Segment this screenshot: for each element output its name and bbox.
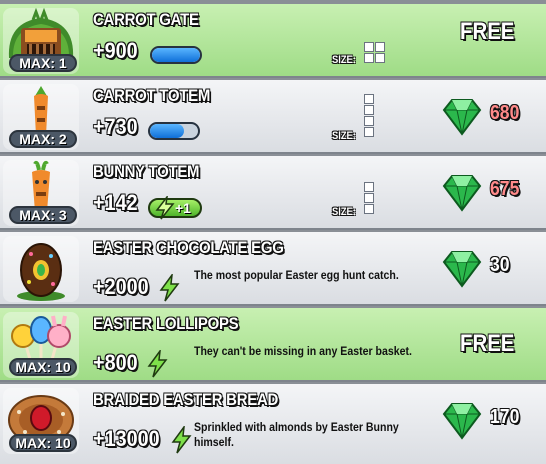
shop-item-bunny-totem[interactable]: MAX: 3 BUNNY TOTEM +142 +1 SIZE: 675 <box>0 156 546 230</box>
size-label: SIZE: <box>332 206 356 218</box>
shop-item-carrot-gate[interactable]: MAX: 1 CARROT GATE +900 SIZE: FREE <box>0 4 546 78</box>
lightning-bolt-icon <box>159 274 180 302</box>
item-price: FREE <box>460 330 515 357</box>
max-count-badge: MAX: 1 <box>9 54 77 72</box>
chocolate-egg-icon <box>17 243 65 301</box>
max-count-badge: MAX: 10 <box>9 358 77 376</box>
income-bar <box>150 46 202 64</box>
energy-value: +1 <box>175 200 191 216</box>
emerald-gem-icon <box>442 251 482 288</box>
item-income: +142 <box>93 190 138 215</box>
income-bar <box>148 122 200 140</box>
shop-item-braided-easter-bread[interactable]: MAX: 10 BRAIDED EASTER BREAD +13000 Spri… <box>0 384 546 464</box>
shop-item-carrot-totem[interactable]: MAX: 2 CARROT TOTEM +730 SIZE: 680 <box>0 80 546 154</box>
item-income: +900 <box>93 38 138 63</box>
emerald-gem-icon <box>442 403 482 440</box>
size-label: SIZE: <box>332 54 356 66</box>
item-income: +13000 <box>93 426 160 451</box>
lightning-bolt-icon <box>171 426 192 454</box>
energy-badge: +1 <box>148 196 202 220</box>
item-price: 675 <box>490 178 520 200</box>
item-price: 680 <box>490 102 520 124</box>
item-price: 30 <box>490 254 510 276</box>
shop-item-easter-chocolate-egg[interactable]: EASTER CHOCOLATE EGG +2000 The most popu… <box>0 232 546 306</box>
carrot-gate-thumbnail: MAX: 1 <box>3 7 79 74</box>
emerald-gem-icon <box>442 99 482 136</box>
item-income: +2000 <box>93 274 149 299</box>
item-description: Sprinkled with almonds by Easter Bunny h… <box>194 420 399 449</box>
item-name: EASTER LOLLIPOPS <box>93 314 239 333</box>
size-label: SIZE: <box>332 130 356 142</box>
item-income: +800 <box>93 350 138 375</box>
shop-item-easter-lollipops[interactable]: MAX: 10 EASTER LOLLIPOPS +800 They can't… <box>0 308 546 382</box>
shop-item-list: MAX: 1 CARROT GATE +900 SIZE: FREE MAX: … <box>0 0 546 464</box>
easter-lollipops-thumbnail: MAX: 10 <box>3 312 79 378</box>
lightning-bolt-icon <box>147 350 168 378</box>
item-name: BUNNY TOTEM <box>93 162 200 181</box>
item-name: EASTER CHOCOLATE EGG <box>93 238 284 257</box>
item-description: They can't be missing in any Easter bask… <box>194 344 412 358</box>
max-count-badge: MAX: 2 <box>9 130 77 148</box>
item-income: +730 <box>93 114 138 139</box>
item-name: CARROT TOTEM <box>93 86 211 105</box>
max-count-badge: MAX: 3 <box>9 206 77 224</box>
max-count-badge: MAX: 10 <box>9 434 77 452</box>
braided-easter-bread-thumbnail: MAX: 10 <box>3 388 79 454</box>
item-price: 170 <box>490 406 520 428</box>
bunny-totem-thumbnail: MAX: 3 <box>3 160 79 226</box>
item-description: The most popular Easter egg hunt catch. <box>194 268 399 282</box>
lightning-bolt-icon <box>155 196 175 220</box>
item-name: CARROT GATE <box>93 10 199 29</box>
easter-chocolate-egg-thumbnail <box>3 236 79 302</box>
carrot-totem-thumbnail: MAX: 2 <box>3 84 79 150</box>
item-name: BRAIDED EASTER BREAD <box>93 390 279 409</box>
item-price: FREE <box>460 18 515 45</box>
emerald-gem-icon <box>442 175 482 212</box>
